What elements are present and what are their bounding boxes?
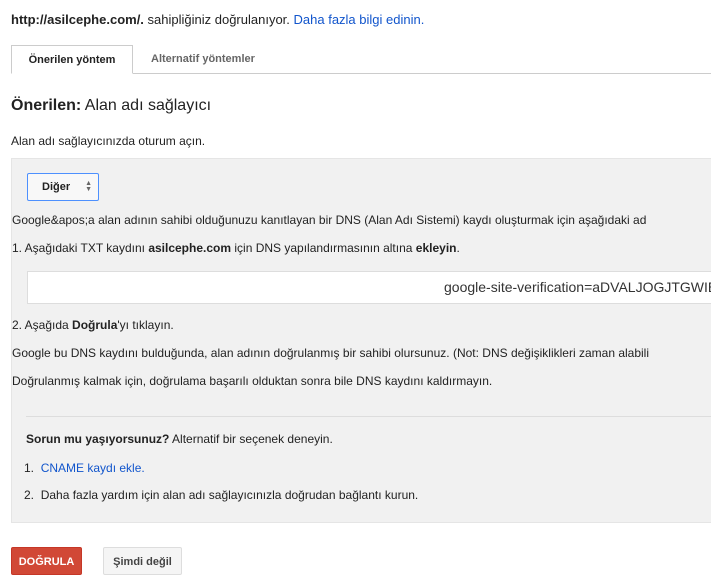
not-now-button[interactable]: Şimdi değil [103, 547, 182, 575]
cname-link[interactable]: CNAME kaydı ekle. [41, 461, 145, 475]
method-tabs: Önerilen yöntem Alternatif yöntemler [11, 45, 711, 74]
step-1: 1. Aşağıdaki TXT kaydını asilcephe.com i… [12, 241, 460, 255]
keep-note: Doğrulanmış kalmak için, doğrulama başar… [12, 374, 493, 388]
select-value: Diğer [42, 181, 71, 193]
page-title: Önerilen: Alan adı sağlayıcı [11, 97, 211, 115]
tab-alternative[interactable]: Alternatif yöntemler [133, 45, 271, 73]
header-text: sahipliğiniz doğrulanıyor. [143, 12, 294, 27]
step1-text: 1. Aşağıdaki TXT kaydını [12, 241, 149, 255]
instructions-panel: Diğer ▲ ▼ Google&apos;a alan adının sahibi… [11, 158, 711, 523]
title-bold: Önerilen: [11, 97, 82, 114]
title-rest: Alan adı sağlayıcı [81, 97, 212, 114]
trouble-bold: Sorun mu yaşıyorsunuz? [26, 432, 170, 446]
item-number: 1. [24, 461, 35, 475]
step1-text-b: için DNS yapılandırmasının altına [231, 241, 416, 255]
updown-arrow-icon: ▲ ▼ [85, 180, 92, 193]
step-2: 2. Aşağıda Doğrula'yı tıklayın. [12, 318, 174, 332]
txt-record-field[interactable]: google-site-verification=aDVALJOGJTGWIE [27, 271, 711, 304]
step2-bold: Doğrula [72, 318, 118, 332]
dns-note: Google bu DNS kaydını bulduğunda, alan a… [12, 346, 650, 360]
list-item: 2. Daha fazla yardım için alan adı sağla… [24, 488, 418, 502]
description: Google&apos;a alan adının sahibi olduğun… [12, 213, 647, 227]
step1-action: ekleyin [415, 241, 457, 255]
tab-recommended[interactable]: Önerilen yöntem [11, 45, 133, 74]
item-number: 2. [24, 488, 35, 502]
step2-end: 'yı tıklayın. [117, 318, 174, 332]
step1-domain: asilcephe.com [148, 241, 232, 255]
provider-select[interactable]: Diğer ▲ ▼ [27, 173, 99, 201]
step1-end: . [456, 241, 460, 255]
verify-button[interactable]: DOĞRULA [11, 547, 82, 575]
item-text: Daha fazla yardım için alan adı sağlayıc… [40, 488, 419, 502]
intro-text: Alan adı sağlayıcınızda oturum açın. [11, 134, 206, 148]
divider [26, 416, 711, 417]
list-item: 1. CNAME kaydı ekle. [24, 461, 145, 475]
step2-text: 2. Aşağıda [12, 318, 73, 332]
learn-more-link[interactable]: Daha fazla bilgi edinin. [294, 12, 425, 27]
trouble-rest: Alternatif bir seçenek deneyin. [169, 432, 333, 446]
verification-header: http://asilcephe.com/. sahipliğiniz doğr… [11, 12, 424, 27]
trouble-text: Sorun mu yaşıyorsunuz? Alternatif bir se… [26, 432, 333, 446]
site-url: http://asilcephe.com/. [11, 12, 144, 27]
